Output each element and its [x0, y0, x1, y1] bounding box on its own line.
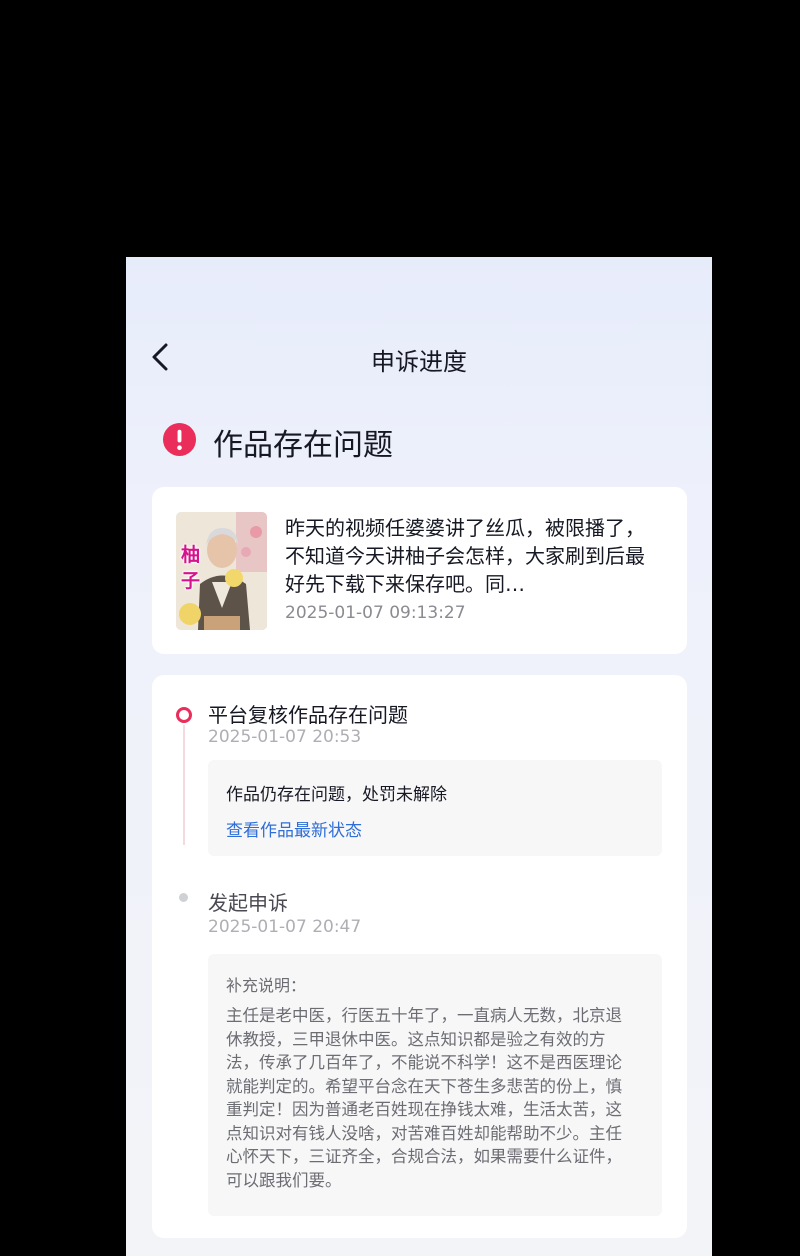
alert-circle-icon [162, 422, 197, 457]
video-thumbnail[interactable]: 柚子 [176, 512, 267, 630]
timeline-item-time: 2025-01-07 20:53 [208, 727, 362, 747]
nav-bar: 申诉进度 [126, 329, 712, 385]
appeal-note-box: 补充说明： 主任是老中医，行医五十年了，一直病人无数，北京退休教授，三甲退休中医… [208, 954, 662, 1216]
work-card[interactable]: 柚子 昨天的视频任婆婆讲了丝瓜，被限播了，不知道今天讲柚子会怎样，大家刷到后最好… [152, 487, 687, 654]
thumbnail-caption: 柚子 [181, 544, 201, 592]
view-latest-status-link[interactable]: 查看作品最新状态 [226, 816, 362, 841]
timeline-connector [183, 725, 185, 845]
app-screen: 申诉进度 作品存在问题 柚子 昨天的视频任婆婆讲了丝瓜，被限播了，不知道今天讲柚… [126, 257, 712, 1256]
review-result-message: 作品仍存在问题，处罚未解除 [226, 785, 447, 805]
review-result-box: 作品仍存在问题，处罚未解除 查看作品最新状态 [208, 760, 662, 856]
timeline-dot-active [176, 707, 192, 723]
appeal-note-label: 补充说明： [226, 976, 307, 995]
timeline-item-title: 平台复核作品存在问题 [208, 703, 408, 727]
appeal-note-text: 主任是老中医，行医五十年了，一直病人无数，北京退休教授，三甲退休中医。这点知识都… [226, 1006, 622, 1190]
appeal-timeline: 平台复核作品存在问题 2025-01-07 20:53 作品仍存在问题，处罚未解… [152, 675, 687, 1238]
timeline-item-time: 2025-01-07 20:47 [208, 917, 362, 937]
status-title: 作品存在问题 [213, 428, 393, 463]
timeline-item-title: 发起申诉 [208, 891, 288, 915]
work-description: 昨天的视频任婆婆讲了丝瓜，被限播了，不知道今天讲柚子会怎样，大家刷到后最好先下载… [285, 516, 645, 596]
timeline-dot [179, 893, 188, 902]
work-timestamp: 2025-01-07 09:13:27 [285, 603, 466, 623]
page-title: 申诉进度 [371, 348, 467, 376]
